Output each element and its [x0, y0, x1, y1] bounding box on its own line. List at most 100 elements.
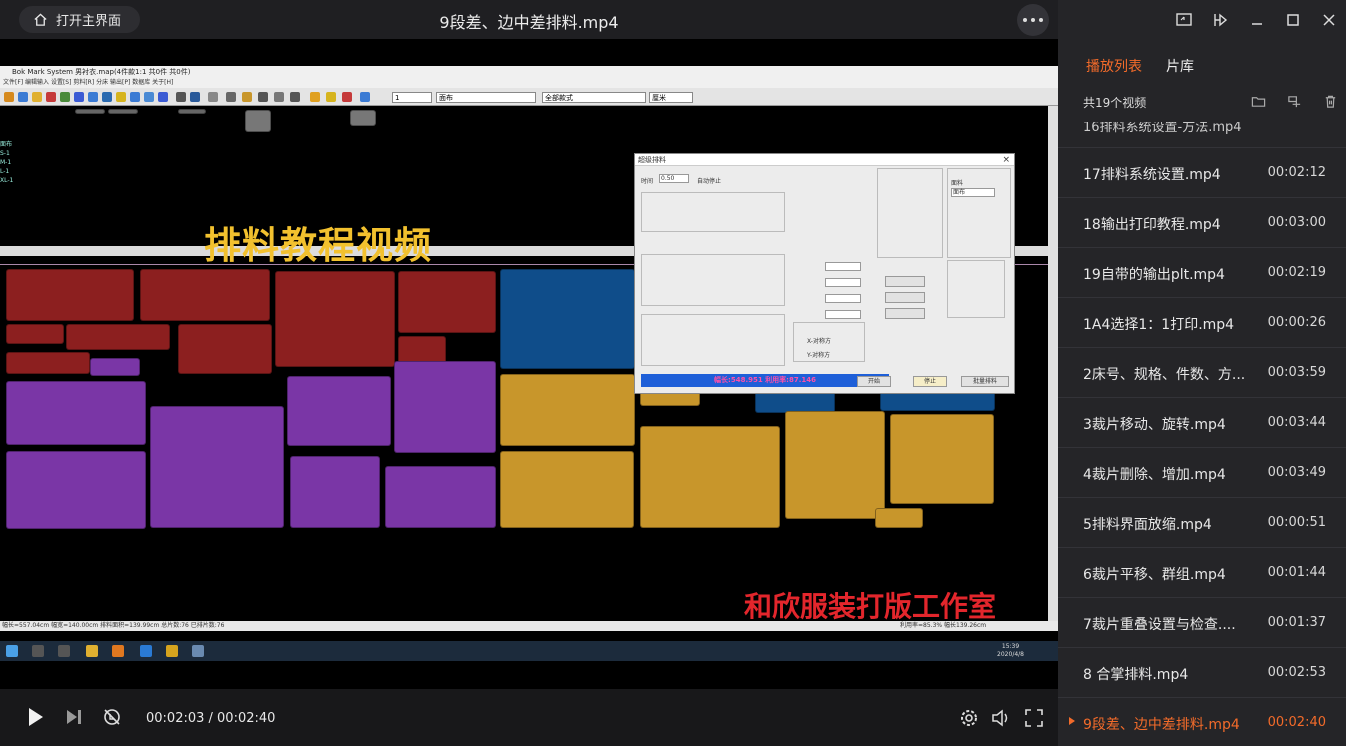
pattern-piece[interactable] — [140, 269, 270, 321]
fullscreen-button[interactable] — [1023, 707, 1045, 729]
playlist-item[interactable]: 4裁片删除、增加.mp4 00:03:49 — [1058, 448, 1346, 498]
dialog-close-icon[interactable]: × — [1002, 155, 1010, 165]
dialog-button[interactable] — [885, 276, 925, 287]
playlist-item-current[interactable]: 9段差、边中差排料.mp4 00:02:40 — [1058, 698, 1346, 746]
pattern-piece[interactable] — [755, 391, 835, 413]
pattern-piece[interactable] — [6, 451, 146, 529]
clock-date: 2020/4/8 — [997, 651, 1024, 658]
pattern-piece[interactable] — [398, 336, 446, 364]
pattern-piece[interactable] — [640, 426, 780, 528]
playlist-item[interactable]: 3裁片移动、旋转.mp4 00:03:44 — [1058, 398, 1346, 448]
pattern-thumbnail — [245, 110, 271, 132]
tab-library[interactable]: 片库 — [1166, 56, 1194, 76]
close-button[interactable] — [1318, 9, 1340, 31]
pattern-piece[interactable] — [90, 358, 140, 376]
style-select[interactable]: 全部款式 — [542, 92, 646, 103]
fabric-input[interactable]: 面布 — [951, 188, 995, 197]
unit-select[interactable]: 厘米 — [649, 92, 693, 103]
pattern-piece[interactable] — [6, 269, 134, 321]
option-y-label[interactable]: Y-对称方 — [807, 350, 830, 359]
playlist-item-duration: 00:02:12 — [1267, 165, 1326, 180]
pattern-piece[interactable] — [875, 508, 923, 528]
pattern-piece[interactable] — [500, 451, 634, 528]
overlay-tutorial-title: 排料教程视频 — [204, 224, 432, 267]
stop-button[interactable]: 停止 — [913, 376, 947, 387]
minimize-button[interactable] — [1246, 9, 1268, 31]
dialog-input[interactable] — [825, 310, 861, 319]
pattern-piece[interactable] — [178, 324, 272, 374]
play-button[interactable] — [24, 706, 46, 728]
pattern-piece[interactable] — [6, 381, 146, 445]
playlist-item-name: 1A4选择1：1打印.mp4 — [1083, 317, 1235, 333]
playlist-item[interactable]: 18输出打印教程.mp4 00:03:00 — [1058, 198, 1346, 248]
settings-button[interactable] — [958, 707, 980, 729]
dialog-button[interactable] — [885, 292, 925, 303]
layer-select[interactable]: 1 — [392, 92, 432, 103]
vertical-scrollbar[interactable] — [1048, 106, 1058, 621]
video-canvas[interactable]: Bok Mark System 男衬衣.map(4件款1:1 共0件 共0件) … — [0, 39, 1058, 689]
pattern-piece[interactable] — [398, 271, 496, 333]
play-icon — [29, 708, 43, 726]
playlist-item[interactable]: 2床号、规格、件数、方... 00:03:59 — [1058, 348, 1346, 398]
maximize-button[interactable] — [1282, 9, 1304, 31]
add-to-list-button[interactable] — [1286, 93, 1302, 109]
browser-icon — [166, 645, 178, 657]
open-folder-button[interactable] — [1250, 93, 1266, 109]
dialog-input[interactable] — [825, 278, 861, 287]
playlist-item[interactable]: 8 合掌排料.mp4 00:02:53 — [1058, 648, 1346, 698]
video-frame: Bok Mark System 男衬衣.map(4件款1:1 共0件 共0件) … — [0, 66, 1058, 661]
fabric-select[interactable]: 面布 — [436, 92, 536, 103]
pattern-piece[interactable] — [66, 324, 170, 350]
pattern-piece[interactable] — [287, 376, 391, 446]
time-input[interactable]: 0.50 — [659, 174, 689, 183]
playlist-item-partial[interactable]: 16排料系统设置-方法.mp4 — [1058, 122, 1346, 148]
more-options-button[interactable] — [1017, 4, 1049, 36]
pattern-piece[interactable] — [290, 456, 380, 528]
minimize-icon — [1252, 23, 1262, 25]
pin-top-button[interactable] — [1209, 9, 1231, 31]
pattern-piece[interactable] — [6, 324, 64, 344]
dialog-button[interactable] — [885, 308, 925, 319]
dialog-input[interactable] — [825, 262, 861, 271]
pattern-piece[interactable] — [500, 374, 635, 446]
pattern-piece[interactable] — [6, 352, 90, 374]
playlist-item[interactable]: 7裁片重叠设置与检查.... 00:01:37 — [1058, 598, 1346, 648]
playlist-item[interactable]: 17排料系统设置.mp4 00:02:12 — [1058, 148, 1346, 198]
folder-icon — [86, 645, 98, 657]
playlist-item[interactable]: 6裁片平移、群组.mp4 00:01:44 — [1058, 548, 1346, 598]
pattern-piece[interactable] — [275, 271, 395, 367]
playlist-item-duration: 00:01:37 — [1267, 615, 1326, 630]
playlist-item-name: 6裁片平移、群组.mp4 — [1083, 567, 1226, 583]
batch-marker-button[interactable]: 批量排料 — [961, 376, 1009, 387]
clear-list-button[interactable] — [1322, 93, 1338, 109]
pattern-piece[interactable] — [785, 411, 885, 519]
pattern-piece[interactable] — [890, 414, 994, 504]
tool-icon — [190, 92, 200, 102]
next-button[interactable] — [63, 706, 85, 728]
playlist-item[interactable]: 19自带的输出plt.mp4 00:02:19 — [1058, 248, 1346, 298]
playlist-item-name: 7裁片重叠设置与检查.... — [1083, 617, 1236, 633]
video-player-app: 打开主界面 9段差、边中差排料.mp4 Bok Mark System 男衬衣.… — [0, 0, 1346, 746]
app-icon — [192, 645, 204, 657]
dialog-input[interactable] — [825, 294, 861, 303]
start-button[interactable]: 开始 — [857, 376, 891, 387]
size-item: XL-1 — [0, 177, 14, 184]
overlay-studio-name: 和欣服装打版工作室 — [744, 590, 997, 623]
pattern-piece[interactable] — [150, 406, 284, 528]
playlist-item-duration: 00:01:44 — [1267, 565, 1326, 580]
pattern-piece[interactable] — [394, 361, 496, 453]
playlist-item-name: 17排料系统设置.mp4 — [1083, 167, 1221, 183]
pattern-piece[interactable] — [500, 269, 635, 369]
playlist-item-name: 19自带的输出plt.mp4 — [1083, 267, 1225, 283]
screen-record-button[interactable] — [1173, 9, 1195, 31]
tab-playlist[interactable]: 播放列表 — [1086, 56, 1142, 76]
pattern-piece[interactable] — [385, 466, 496, 528]
playlist-item[interactable]: 5排料界面放缩.mp4 00:00:51 — [1058, 498, 1346, 548]
loop-button[interactable] — [101, 706, 123, 728]
tool-icon — [208, 92, 218, 102]
playlist-item[interactable]: 1A4选择1：1打印.mp4 00:00:26 — [1058, 298, 1346, 348]
option-x-label[interactable]: X-对称方 — [807, 336, 831, 345]
volume-button[interactable] — [990, 707, 1012, 729]
playlist-item-name: 16排料系统设置-方法.mp4 — [1083, 122, 1242, 135]
skip-next-icon — [67, 710, 81, 724]
